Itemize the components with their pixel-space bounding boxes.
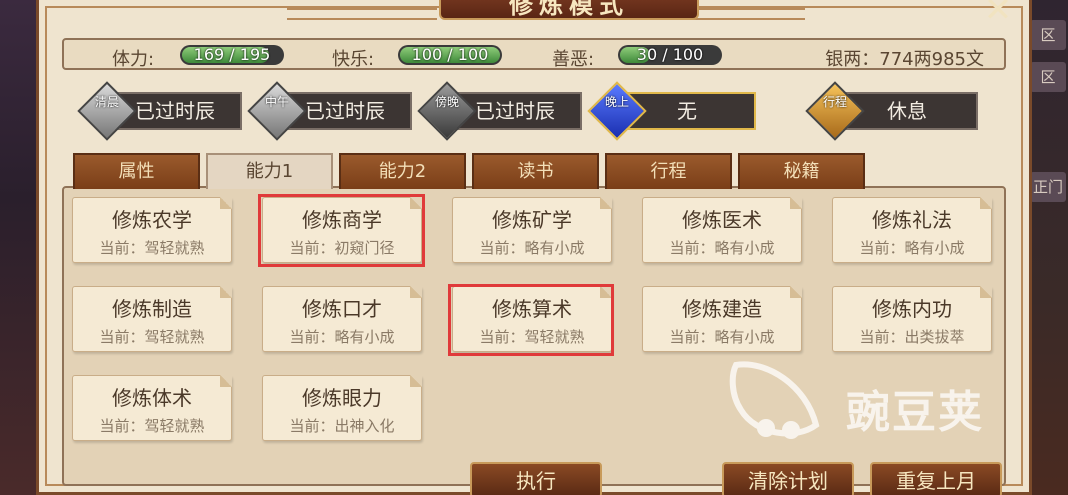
clear-plan-button[interactable]: 清除计划	[722, 462, 854, 495]
skill-level: 当前：出神入化	[289, 417, 395, 435]
happiness-value: 100 / 100	[411, 45, 489, 64]
tab-ability-2[interactable]: 能力2	[339, 153, 466, 189]
skill-level: 当前：驾轻就熟	[99, 328, 205, 346]
skill-card[interactable]: 修炼体术 当前：驾轻就熟	[72, 375, 232, 441]
watermark-logo: 豌豆荚	[726, 350, 1036, 450]
slot-noon[interactable]: 已过时辰 中午	[247, 81, 418, 141]
skill-level: 当前：略有小成	[479, 239, 585, 257]
skill-level: 当前：出类拔萃	[859, 328, 965, 346]
skill-card[interactable]: 修炼内功 当前：出类拔萃	[832, 286, 992, 352]
tab-reading[interactable]: 读书	[472, 153, 599, 189]
skill-level: 当前：驾轻就熟	[99, 239, 205, 257]
skill-level: 当前：略有小成	[289, 328, 395, 346]
side-tag: 正门	[1030, 172, 1066, 202]
page-title: 修炼模式	[439, 0, 699, 20]
skill-name: 修炼矿学	[492, 208, 572, 232]
watermark-text: 豌豆荚	[846, 387, 984, 438]
happiness-bar: 100 / 100	[398, 45, 502, 65]
skill-card[interactable]: 修炼建造 当前：略有小成	[642, 286, 802, 352]
tab-attributes[interactable]: 属性	[73, 153, 200, 189]
skill-name: 修炼礼法	[872, 208, 952, 232]
skill-card[interactable]: 修炼礼法 当前：略有小成	[832, 197, 992, 263]
slot-morning[interactable]: 已过时辰 清晨	[77, 81, 248, 141]
highlight-box	[258, 194, 425, 267]
slot-schedule[interactable]: 休息 行程	[805, 81, 978, 141]
stamina-bar: 169 / 195	[180, 45, 284, 65]
tab-secret-manuals[interactable]: 秘籍	[738, 153, 865, 189]
stamina-value: 169 / 195	[193, 45, 271, 64]
execute-button[interactable]: 执行	[470, 462, 602, 495]
stamina-label: 体力:	[112, 49, 155, 70]
title-ornament	[287, 8, 437, 20]
skill-level: 当前：略有小成	[669, 239, 775, 257]
slot-night[interactable]: 无 晚上	[587, 81, 760, 141]
tab-ability-1[interactable]: 能力1	[206, 153, 333, 189]
close-icon[interactable]: ✕	[975, 0, 1021, 30]
tab-schedule[interactable]: 行程	[605, 153, 732, 189]
skill-name: 修炼口才	[302, 297, 382, 321]
repeat-last-month-button[interactable]: 重复上月	[870, 462, 1002, 495]
highlight-box	[448, 284, 614, 356]
pea-pod-icon	[729, 361, 820, 439]
happiness-label: 快乐:	[332, 49, 375, 70]
side-tag: 区	[1030, 62, 1066, 92]
skill-name: 修炼体术	[112, 386, 192, 410]
skill-name: 修炼眼力	[302, 386, 382, 410]
skill-card[interactable]: 修炼眼力 当前：出神入化	[262, 375, 422, 441]
stats-bar: 体力: 169 / 195 快乐: 100 / 100 善恶: 30 / 100…	[62, 38, 1006, 70]
skill-level: 当前：驾轻就熟	[99, 417, 205, 435]
skill-name: 修炼制造	[112, 297, 192, 321]
skill-card[interactable]: 修炼农学 当前：驾轻就熟	[72, 197, 232, 263]
side-tag: 区	[1030, 20, 1066, 50]
morality-label: 善恶:	[552, 49, 595, 70]
morality-bar: 30 / 100	[618, 45, 722, 65]
background-left	[0, 0, 40, 495]
skill-name: 修炼建造	[682, 297, 762, 321]
skill-card[interactable]: 修炼制造 当前：驾轻就熟	[72, 286, 232, 352]
skill-name: 修炼医术	[682, 208, 762, 232]
skill-name: 修炼内功	[872, 297, 952, 321]
skill-card[interactable]: 修炼口才 当前：略有小成	[262, 286, 422, 352]
skill-level: 当前：略有小成	[669, 328, 775, 346]
morality-value: 30 / 100	[636, 45, 704, 64]
skill-card[interactable]: 修炼医术 当前：略有小成	[642, 197, 802, 263]
skill-name: 修炼农学	[112, 208, 192, 232]
money-value: 银两：774两985文	[825, 49, 984, 70]
slot-evening[interactable]: 已过时辰 傍晚	[417, 81, 588, 141]
skill-level: 当前：略有小成	[859, 239, 965, 257]
skill-card[interactable]: 修炼矿学 当前：略有小成	[452, 197, 612, 263]
